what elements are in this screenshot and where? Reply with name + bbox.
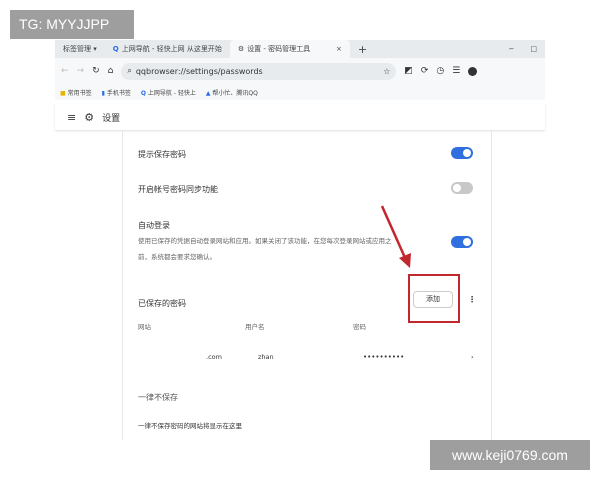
column-password: 密码 [353, 323, 366, 331]
tab-bar: 标签管理 ▾ Q 上网导航 - 轻快上网 从这里开始 ⚙ 设置 - 密码管理工具 × … [55, 40, 545, 58]
bookmark-item[interactable]: ▮ 手机书签 [102, 88, 131, 97]
tab-navigation[interactable]: Q 上网导航 - 轻快上网 从这里开始 [105, 40, 230, 58]
qq-browser-icon: Q [140, 89, 146, 97]
tg-label: TG: MYYJJPP [10, 10, 134, 39]
column-site: 网站 [138, 323, 151, 331]
bookmarks-bar: ■ 常用书签 ▮ 手机书签 Q 上网导航 - 轻快上 ▲ 帮小忙、腾讯QQ [55, 84, 545, 100]
bookmark-icon: ▮ [101, 89, 105, 97]
tab-settings[interactable]: ⚙ 设置 - 密码管理工具 × [229, 40, 350, 58]
setting-label: 自动登录 [138, 221, 170, 230]
desc-line: 使用已保存的凭据自动登录网站和应用。如果关闭了该功能，在您每次登录网站或应用之 [138, 237, 392, 245]
bookmark-item[interactable]: ■ 常用书签 [60, 88, 92, 97]
never-save-title: 一律不保存 [138, 393, 178, 402]
gear-icon: ⚙ [237, 45, 245, 53]
auto-login-toggle[interactable] [451, 236, 473, 248]
bookmark-label: 常用书签 [67, 89, 92, 97]
more-options-icon[interactable]: ⋮ [468, 295, 476, 304]
star-icon[interactable]: ☆ [383, 67, 390, 76]
column-username: 用户名 [245, 323, 265, 331]
tab-label: 上网导航 - 轻快上网 从这里开始 [121, 45, 222, 53]
row-username: zhan [258, 353, 274, 361]
qq-browser-icon: Q [112, 45, 119, 53]
setting-label: 开启帐号密码同步功能 [138, 185, 218, 194]
desc-line: 前，系统都会要求您确认。 [138, 253, 216, 261]
bookmark-label: 手机书签 [106, 89, 131, 97]
tab-label: 设置 - 密码管理工具 [247, 45, 311, 53]
offer-save-toggle[interactable] [451, 147, 473, 159]
offer-save-row: 提示保存密码 [138, 147, 483, 160]
setting-label: 提示保存密码 [138, 150, 186, 159]
new-tab-button[interactable]: + [350, 40, 375, 58]
toolbar: ← → ↻ ⌂ ⌕ qqbrowser://settings/passwords ☆… [55, 58, 545, 84]
chevron-right-icon[interactable]: › [471, 352, 474, 362]
back-icon[interactable]: ← [61, 66, 69, 76]
hamburger-icon[interactable]: ≡ [67, 111, 76, 124]
page-title: 设置 [102, 113, 121, 124]
maximize-button[interactable]: □ [522, 40, 545, 58]
row-password: •••••••••• [363, 353, 405, 361]
folder-icon: ■ [60, 89, 66, 97]
red-arrow-annotation [380, 205, 411, 268]
watermark-label: www.keji0769.com [430, 440, 590, 470]
auto-login-row: 自动登录 使用已保存的凭据自动登录网站和应用。如果关闭了该功能，在您每次登录网站… [138, 220, 483, 265]
search-icon: ⌕ [127, 66, 132, 75]
reload-icon[interactable]: ↻ [92, 66, 100, 76]
minimize-button[interactable]: − [501, 40, 523, 58]
bookmark-item[interactable]: ▲ 帮小忙、腾讯QQ [206, 88, 258, 97]
home-icon[interactable]: ⌂ [108, 66, 114, 76]
sync-icon[interactable]: ⟳ [421, 66, 429, 76]
close-tab-icon[interactable]: × [336, 45, 342, 53]
forward-icon[interactable]: → [77, 66, 85, 76]
highlight-box-annotation [408, 274, 460, 323]
qq-icon: ▲ [205, 89, 211, 97]
avatar[interactable] [468, 66, 478, 76]
never-save-description: 一律不保存密码的网站将显示在这里 [138, 422, 242, 430]
settings-header: ≡ ⚙ 设置 [55, 104, 545, 130]
url-text: qqbrowser://settings/passwords [135, 66, 263, 76]
sync-row: 开启帐号密码同步功能 [138, 182, 483, 195]
bookmark-item[interactable]: Q 上网导航 - 轻快上 [141, 88, 196, 97]
menu-icon[interactable]: ☰ [452, 66, 460, 76]
gear-icon: ⚙ [84, 110, 95, 124]
history-icon[interactable]: ◷ [436, 66, 444, 76]
address-bar[interactable]: ⌕ qqbrowser://settings/passwords ☆ [121, 62, 397, 80]
bookmark-label: 上网导航 - 轻快上 [147, 89, 196, 97]
bookmark-label: 帮小忙、腾讯QQ [212, 89, 258, 97]
sync-toggle[interactable] [451, 182, 473, 194]
extension-icon[interactable]: ◩ [404, 66, 413, 76]
saved-passwords-title: 已保存的密码 [138, 299, 186, 308]
row-site: .com [206, 353, 222, 361]
tab-bookmark-manager[interactable]: 标签管理 ▾ [55, 40, 105, 58]
